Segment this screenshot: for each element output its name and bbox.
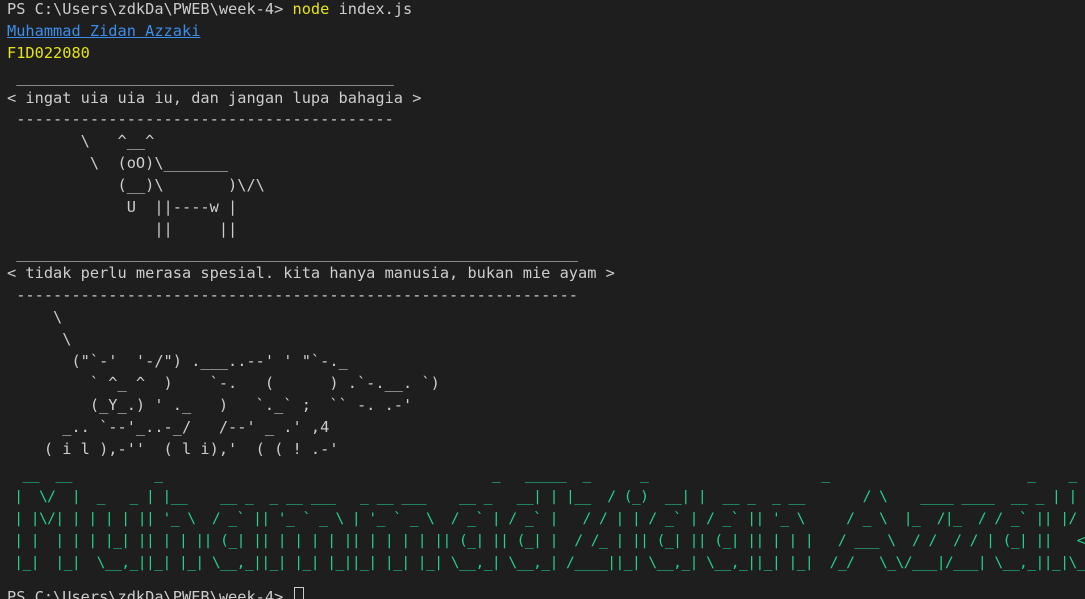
command-args: index.js: [338, 0, 413, 18]
cow-art-line: \ ^__^: [7, 132, 155, 150]
speech-bubble-top-1: ________________________________________…: [7, 68, 394, 86]
figlet-banner-line: |_| |_| \__,_||_| |_| \__,_||_| |_| |_||…: [6, 554, 1085, 571]
cow-art-line: (__)\ )\/\: [7, 176, 265, 194]
prompt-line[interactable]: PS C:\Users\zdkDa\PWEB\week-4>: [7, 586, 304, 599]
figlet-banner-line: | |\/| | | | | || '_ \ / _` || '_ ` _ \ …: [6, 510, 1085, 527]
bear-art-line: \: [7, 330, 72, 348]
output-line-name: Muhammad Zidan Azzaki: [7, 20, 200, 42]
figlet-banner-line: | \/ | _ _ | |__ __ _ _ __ ___ _ __ ___ …: [6, 488, 1085, 505]
figlet-banner-line: | | | | | |_| || | | || (_| || | | | | |…: [6, 532, 1085, 549]
command-line: PS C:\Users\zdkDa\PWEB\week-4> node inde…: [7, 0, 412, 20]
terminal-output[interactable]: PS C:\Users\zdkDa\PWEB\week-4> node inde…: [0, 0, 1085, 599]
speech-bubble-bottom-1: ----------------------------------------…: [7, 110, 394, 128]
bear-art-line: ("`-' '-/") .___..--' ' "`-._: [7, 352, 348, 370]
prompt-path: PS C:\Users\zdkDa\PWEB\week-4>: [7, 588, 284, 599]
bear-art-line: \: [7, 308, 63, 326]
cow-art-line: || ||: [7, 220, 238, 238]
speech-bubble-message-1: < ingat uia uia iu, dan jangan lupa baha…: [7, 89, 422, 107]
speech-bubble-bottom-2: ----------------------------------------…: [7, 286, 578, 304]
bear-art-line: ( i l ),-'' ( l i),' ( ( ! .-': [7, 440, 339, 458]
prompt-path: PS C:\Users\zdkDa\PWEB\week-4>: [7, 0, 284, 18]
student-nim: F1D022080: [7, 44, 90, 62]
student-name[interactable]: Muhammad Zidan Azzaki: [7, 22, 200, 40]
bear-art-line: (_Y_.) ' ._ ) `._` ; `` -. .-': [7, 396, 413, 414]
figlet-banner-line: __ __ _ _ _____ _ _ _ _ _: [6, 466, 1085, 483]
speech-bubble-message-2: < tidak perlu merasa spesial. kita hanya…: [7, 264, 615, 282]
cursor-icon: [293, 587, 304, 599]
cow-art-line: \ (oO)\_______: [7, 154, 229, 172]
bear-art-line: _.. `--'_..-_/ /--' _ .' ,4: [7, 418, 330, 436]
cow-art-line: U ||----w |: [7, 198, 238, 216]
bear-art-line: ` ^_ ^ ) `-. ( ) .`-.__. `): [7, 374, 440, 392]
command-program: node: [292, 0, 330, 18]
speech-bubble-top-2: ________________________________________…: [7, 244, 578, 262]
